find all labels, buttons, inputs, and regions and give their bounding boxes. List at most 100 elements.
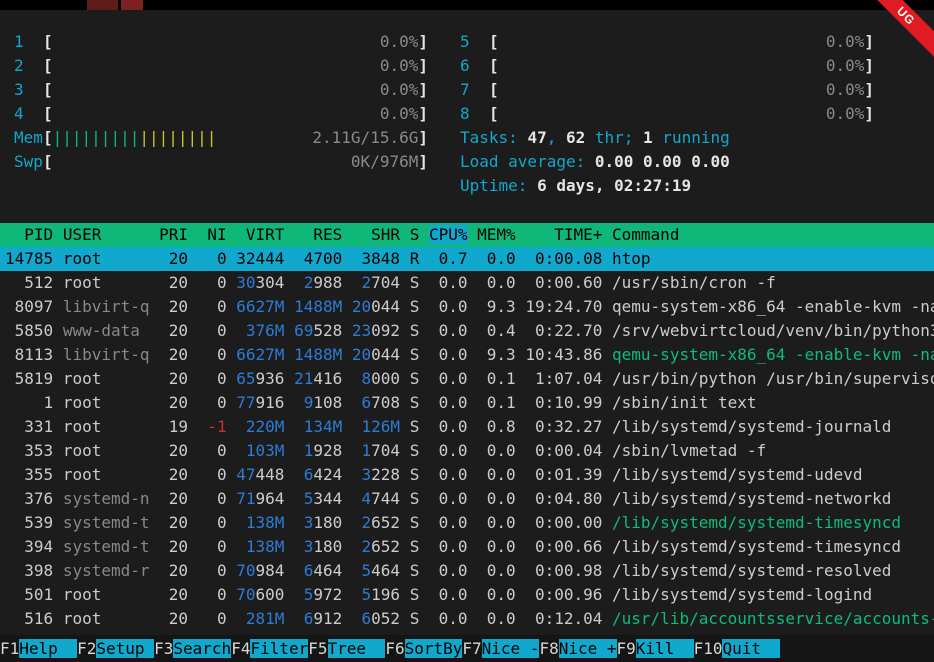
top-strip [0, 0, 934, 10]
cell-time: 1:07.04 [525, 369, 602, 388]
cell-ni: 0 [198, 393, 227, 412]
process-row[interactable]: 353 root 20 0 103M 1928 1704 S 0.0 0.0 0… [0, 439, 934, 463]
fnbar-nice-minus[interactable]: F7Nice - [462, 639, 539, 658]
fnbar-filter[interactable]: F4Filter [231, 639, 308, 658]
cell-s: S [410, 561, 420, 580]
fnbar-tree[interactable]: F5Tree [308, 639, 385, 658]
cell-pid: 5819 [5, 369, 53, 388]
cell-pid: 398 [5, 561, 53, 580]
process-row[interactable]: 5819 root 20 0 65936 21416 8000 S 0.0 0.… [0, 367, 934, 391]
cell-pid: 1 [5, 393, 53, 412]
cell-res: 3 [294, 513, 313, 532]
meter-close-bracket: ] [418, 30, 428, 54]
process-row[interactable]: 394 systemd-t 20 0 138M 3180 2652 S 0.0 … [0, 535, 934, 559]
cell-mem: 0.0 [477, 537, 516, 556]
cell-ni: 0 [198, 441, 227, 460]
cell-time: 0:00.08 [525, 249, 602, 268]
meter-open-bracket: [ [489, 102, 499, 126]
cell-mem: 0.0 [477, 585, 516, 604]
meter-close-bracket: ] [418, 78, 428, 102]
process-row[interactable]: 539 systemd-t 20 0 138M 3180 2652 S 0.0 … [0, 511, 934, 535]
column-header-ni[interactable]: NI [198, 225, 227, 244]
cell-shr: 126M [352, 417, 400, 436]
fnbar-search[interactable]: F3Search [154, 639, 231, 658]
cell-user: systemd-t [63, 513, 150, 532]
column-header-virt[interactable]: VIRT [236, 225, 284, 244]
column-header-mem[interactable]: MEM% [477, 225, 516, 244]
cell-user: root [63, 585, 150, 604]
column-header-s[interactable]: S [410, 225, 420, 244]
cell-res: 6 [294, 465, 313, 484]
cell-ni: 0 [198, 585, 227, 604]
cell-time: 0:32.27 [525, 417, 602, 436]
cell-shr: 5 [352, 585, 371, 604]
cell-user: www-data [63, 321, 150, 340]
column-header-time[interactable]: TIME+ [525, 225, 602, 244]
fnlabel-search: Search [173, 639, 231, 658]
cell-pri: 20 [159, 369, 188, 388]
cell-virt: 138M [236, 537, 284, 556]
process-row[interactable]: 376 systemd-n 20 0 71964 5344 4744 S 0.0… [0, 487, 934, 511]
cell-cpu: 0.0 [429, 489, 468, 508]
column-header-command[interactable]: Command [612, 225, 679, 244]
cell-user: libvirt-q [63, 345, 150, 364]
column-header-shr[interactable]: SHR [352, 225, 400, 244]
fnbar-setup[interactable]: F2Setup [77, 639, 154, 658]
cell-pri: 20 [159, 609, 188, 628]
cpu-meter-6: 6[0.0%] [460, 54, 874, 78]
cell-res: 5 [294, 585, 313, 604]
fnbar-nice-plus[interactable]: F8Nice + [539, 639, 616, 658]
cell-virt: 304 [256, 273, 285, 292]
meter-close-bracket: ] [864, 102, 874, 126]
cell-shr: 708 [371, 393, 400, 412]
cell-pri: 20 [159, 393, 188, 412]
process-row[interactable]: 8097 libvirt-q 20 0 6627M 1488M 20044 S … [0, 295, 934, 319]
column-header-user[interactable]: USER [63, 225, 150, 244]
cell-s: S [410, 297, 420, 316]
process-row[interactable]: 1 root 20 0 77916 9108 6708 S 0.0 0.1 0:… [0, 391, 934, 415]
cell-cpu: 0.0 [429, 273, 468, 292]
process-row[interactable]: 14785 root 20 0 32444 4700 3848 R 0.7 0.… [0, 247, 934, 271]
cell-user: libvirt-q [63, 297, 150, 316]
cell-res: 1488M [294, 345, 342, 364]
cell-s: S [410, 489, 420, 508]
cell-s: S [410, 537, 420, 556]
load-average-value: 0.00 0.00 0.00 [595, 152, 730, 171]
process-row[interactable]: 8113 libvirt-q 20 0 6627M 1488M 20044 S … [0, 343, 934, 367]
fnbar-kill[interactable]: F9Kill [617, 639, 694, 658]
process-row[interactable]: 501 root 20 0 70600 5972 5196 S 0.0 0.0 … [0, 583, 934, 607]
meter-open-bracket: [ [43, 102, 53, 126]
process-row[interactable]: 5850 www-data 20 0 376M 69528 23092 S 0.… [0, 319, 934, 343]
process-table: PID USER PRI NI VIRT RES SHR S CPU% MEM%… [0, 223, 934, 631]
column-header-pid[interactable]: PID [5, 225, 53, 244]
cell-virt: 6627M [236, 345, 284, 364]
cell-user: root [63, 249, 150, 268]
cell-res: 912 [313, 609, 342, 628]
cpu-meter-4: 4[0.0%] [14, 102, 428, 126]
cpu-meter-8: 8[0.0%] [460, 102, 874, 126]
meter-body: 0.0% [53, 30, 419, 54]
cell-ni: 0 [198, 273, 227, 292]
cell-s: S [410, 273, 420, 292]
cell-mem: 0.1 [477, 369, 516, 388]
process-row[interactable]: 331 root 19 -1 220M 134M 126M S 0.0 0.8 … [0, 415, 934, 439]
meter-close-bracket: ] [864, 30, 874, 54]
column-header-cpu[interactable]: CPU% [429, 225, 468, 244]
cell-virt: 984 [256, 561, 285, 580]
fnbar-help[interactable]: F1Help [0, 639, 77, 658]
cell-cpu: 0.7 [429, 249, 468, 268]
column-header-pri[interactable]: PRI [159, 225, 188, 244]
column-header-res[interactable]: RES [294, 225, 342, 244]
process-row[interactable]: 355 root 20 0 47448 6424 3228 S 0.0 0.0 … [0, 463, 934, 487]
cell-mem: 9.3 [477, 297, 516, 316]
fnbar-quit[interactable]: F10Quit [694, 639, 781, 658]
cell-pid: 512 [5, 273, 53, 292]
meter-label: 3 [14, 78, 43, 102]
process-row[interactable]: 516 root 20 0 281M 6912 6052 S 0.0 0.0 0… [0, 607, 934, 631]
process-row[interactable]: 512 root 20 0 30304 2988 2704 S 0.0 0.0 … [0, 271, 934, 295]
meter-value: 0.0% [826, 78, 865, 102]
fnbar-sortby[interactable]: F6SortBy [385, 639, 462, 658]
meter-label: 4 [14, 102, 43, 126]
process-row[interactable]: 398 systemd-r 20 0 70984 6464 5464 S 0.0… [0, 559, 934, 583]
cell-cmd: /lib/systemd/systemd-logind [612, 585, 872, 604]
